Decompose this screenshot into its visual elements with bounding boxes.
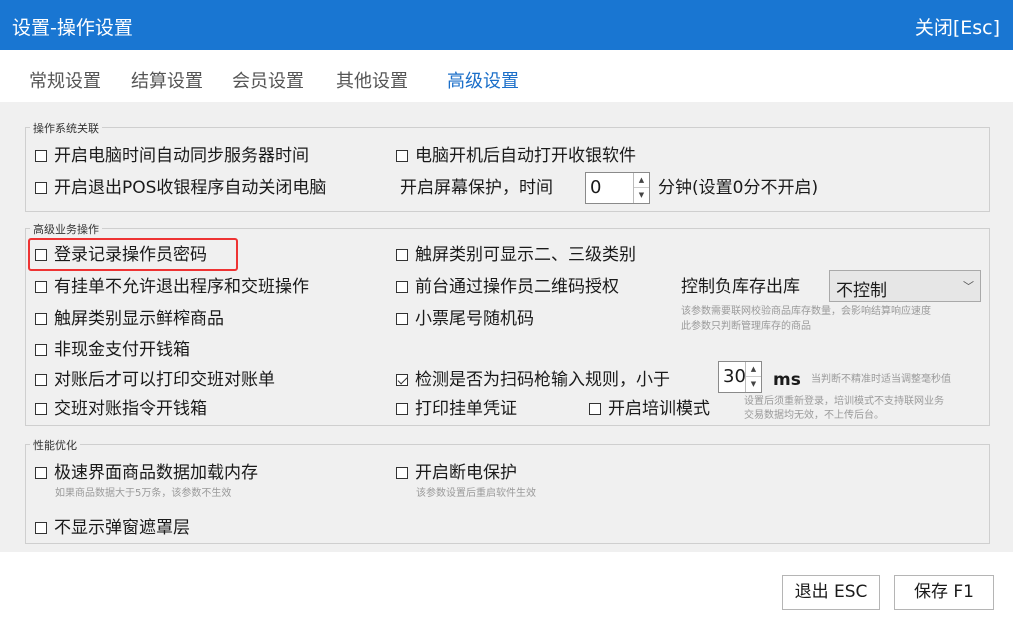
autostart-checkbox[interactable]: [396, 150, 408, 162]
autostart-option[interactable]: 电脑开机后自动打开收银软件: [396, 145, 636, 167]
qr-auth-label: 前台通过操作员二维码授权: [415, 277, 619, 297]
qr-auth-checkbox[interactable]: [396, 281, 408, 293]
training-hint-1: 设置后须重新登录，培训模式不支持联网业务: [744, 396, 944, 407]
spinner-down-icon[interactable]: ▼: [634, 188, 649, 203]
spinner-up-icon[interactable]: ▲: [746, 362, 761, 377]
print-after-reconcile-label: 对账后才可以打印交班对账单: [54, 370, 275, 390]
pending-no-exit-label: 有挂单不允许退出程序和交班操作: [54, 277, 309, 297]
stock-control-select[interactable]: 不控制 ﹀: [829, 270, 981, 302]
tab-member[interactable]: 会员设置: [232, 67, 304, 93]
fresh-goods-option[interactable]: 触屏类别显示鲜榨商品: [35, 308, 224, 330]
window-title: 设置-操作设置: [12, 17, 133, 39]
handover-drawer-checkbox[interactable]: [35, 403, 47, 415]
handover-drawer-option[interactable]: 交班对账指令开钱箱: [35, 398, 207, 420]
print-pending-checkbox[interactable]: [396, 403, 408, 415]
os-group-label: 操作系统关联: [30, 120, 102, 136]
fast-load-checkbox[interactable]: [35, 467, 47, 479]
print-pending-label: 打印挂单凭证: [415, 399, 517, 419]
scanner-rule-checkbox[interactable]: [396, 374, 408, 386]
spinner-down-icon[interactable]: ▼: [746, 377, 761, 392]
power-protect-hint: 该参数设置后重启软件生效: [416, 488, 536, 499]
screensaver-minutes-value[interactable]: 0: [590, 177, 601, 198]
scanner-rule-label: 检测是否为扫码枪输入规则，小于: [415, 370, 670, 390]
spinner-up-icon[interactable]: ▲: [634, 173, 649, 188]
shutdown-checkbox[interactable]: [35, 182, 47, 194]
training-hint-2: 交易数据均无效，不上传后台。: [744, 410, 884, 421]
stock-control-label: 控制负库存出库: [681, 277, 800, 297]
login-password-label: 登录记录操作员密码: [54, 245, 207, 265]
scanner-ms-value[interactable]: 30: [723, 366, 746, 387]
exit-button[interactable]: 退出 ESC: [782, 575, 880, 610]
stock-hint-2: 此参数只判断管理库存的商品: [681, 321, 811, 332]
receipt-random-label: 小票尾号随机码: [415, 309, 534, 329]
os-group: [25, 127, 990, 212]
close-button[interactable]: 关闭[Esc]: [915, 13, 1000, 40]
shutdown-label: 开启退出POS收银程序自动关闭电脑: [54, 178, 327, 198]
fast-load-label: 极速界面商品数据加载内存: [54, 463, 258, 483]
noncash-drawer-option[interactable]: 非现金支付开钱箱: [35, 339, 190, 361]
handover-drawer-label: 交班对账指令开钱箱: [54, 399, 207, 419]
pending-no-exit-checkbox[interactable]: [35, 281, 47, 293]
scanner-ms-unit: ms: [773, 370, 801, 390]
login-password-checkbox[interactable]: [35, 249, 47, 261]
touch-category-checkbox[interactable]: [396, 249, 408, 261]
noncash-drawer-checkbox[interactable]: [35, 344, 47, 356]
tab-other[interactable]: 其他设置: [336, 67, 408, 93]
stock-control-value: 不控制: [836, 281, 887, 301]
touch-category-label: 触屏类别可显示二、三级类别: [415, 245, 636, 265]
sync-time-checkbox[interactable]: [35, 150, 47, 162]
title-bar: 设置-操作设置 关闭[Esc]: [0, 0, 1013, 50]
training-mode-label: 开启培训模式: [608, 399, 710, 419]
tab-advanced[interactable]: 高级设置: [447, 67, 519, 93]
print-after-reconcile-option[interactable]: 对账后才可以打印交班对账单: [35, 369, 275, 391]
receipt-random-checkbox[interactable]: [396, 313, 408, 325]
screensaver-label: 开启屏幕保护，时间: [400, 178, 553, 198]
no-mask-checkbox[interactable]: [35, 522, 47, 534]
scanner-ms-spinner[interactable]: 30 ▲ ▼: [718, 361, 762, 393]
power-protect-label: 开启断电保护: [415, 463, 517, 483]
no-mask-option[interactable]: 不显示弹窗遮罩层: [35, 517, 190, 539]
fresh-goods-label: 触屏类别显示鲜榨商品: [54, 309, 224, 329]
print-after-reconcile-checkbox[interactable]: [35, 374, 47, 386]
autostart-label: 电脑开机后自动打开收银软件: [415, 146, 636, 166]
scanner-hint: 当判断不精准时适当调整毫秒值: [811, 374, 951, 385]
tab-checkout[interactable]: 结算设置: [131, 67, 203, 93]
print-pending-option[interactable]: 打印挂单凭证: [396, 398, 517, 420]
fresh-goods-checkbox[interactable]: [35, 313, 47, 325]
qr-auth-option[interactable]: 前台通过操作员二维码授权: [396, 276, 619, 298]
screensaver-suffix: 分钟(设置0分不开启): [658, 178, 819, 198]
save-button[interactable]: 保存 F1: [894, 575, 994, 610]
scanner-rule-option[interactable]: 检测是否为扫码枪输入规则，小于: [396, 369, 670, 391]
no-mask-label: 不显示弹窗遮罩层: [54, 518, 190, 538]
stock-hint-1: 该参数需要联网校验商品库存数量，会影响结算响应速度: [681, 306, 931, 317]
advanced-group-label: 高级业务操作: [30, 221, 102, 237]
performance-group-label: 性能优化: [30, 437, 80, 453]
pending-no-exit-option[interactable]: 有挂单不允许退出程序和交班操作: [35, 276, 309, 298]
noncash-drawer-label: 非现金支付开钱箱: [54, 340, 190, 360]
power-protect-checkbox[interactable]: [396, 467, 408, 479]
screensaver-minutes-spinner[interactable]: 0 ▲ ▼: [585, 172, 650, 204]
power-protect-option[interactable]: 开启断电保护: [396, 462, 517, 484]
shutdown-option[interactable]: 开启退出POS收银程序自动关闭电脑: [35, 177, 326, 199]
sync-time-option[interactable]: 开启电脑时间自动同步服务器时间: [35, 145, 309, 167]
training-mode-checkbox[interactable]: [589, 403, 601, 415]
training-mode-option[interactable]: 开启培训模式: [589, 398, 710, 420]
sync-time-label: 开启电脑时间自动同步服务器时间: [54, 146, 309, 166]
receipt-random-option[interactable]: 小票尾号随机码: [396, 308, 534, 330]
tab-bar: 常规设置 结算设置 会员设置 其他设置 高级设置: [0, 50, 1013, 102]
login-password-option[interactable]: 登录记录操作员密码: [35, 244, 207, 266]
fast-load-option[interactable]: 极速界面商品数据加载内存: [35, 462, 258, 484]
tab-general[interactable]: 常规设置: [29, 67, 101, 93]
fast-load-hint: 如果商品数据大于5万条，该参数不生效: [55, 488, 232, 499]
chevron-down-icon: ﹀: [963, 280, 974, 293]
touch-category-option[interactable]: 触屏类别可显示二、三级类别: [396, 244, 636, 266]
